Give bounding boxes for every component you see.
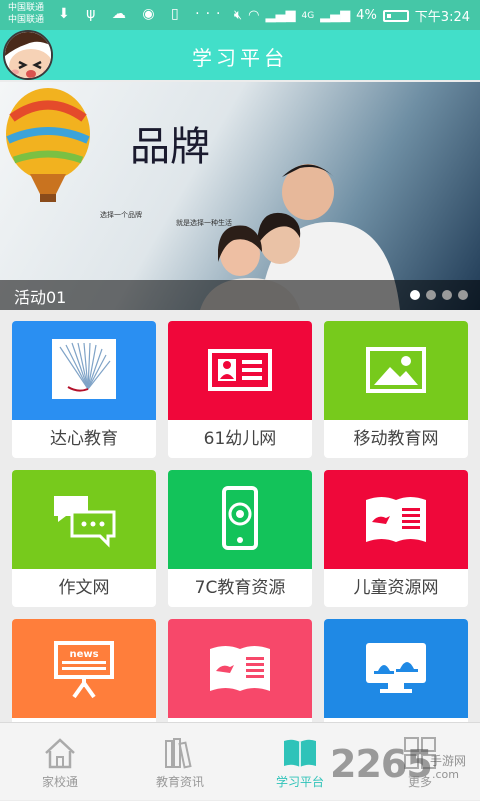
tile-mobile-edu[interactable]: 移动教育网 (324, 321, 468, 458)
watermark-tld: .com (432, 768, 459, 781)
monitor-icon (366, 643, 426, 693)
tab-label: 教育资讯 (155, 775, 204, 789)
app-header: 学习平台 (0, 30, 480, 80)
banner-headline: 品牌 (130, 124, 210, 170)
network-type: 4G (301, 10, 315, 21)
tile-icon-area (324, 619, 468, 718)
tile-daxin[interactable]: 达心教育 (12, 321, 156, 458)
banner-carousel[interactable]: 品牌 选择一个品牌 就是选择一种生活 活动01 (0, 82, 480, 310)
battery-percent: 4% (356, 8, 377, 23)
open-book-icon (210, 646, 270, 691)
carousel-dot[interactable] (442, 290, 452, 300)
carrier-2: 中国联通 (8, 15, 45, 25)
banner-caption-bar: 活动01 (0, 280, 480, 310)
tile-icon-area (324, 470, 468, 569)
page-title: 学习平台 (192, 46, 288, 70)
tile-label: 61幼儿网 (203, 429, 277, 449)
tile-label: 达心教育 (50, 429, 118, 449)
tile-icon-area: news (12, 619, 156, 718)
tile-label: 7C教育资源 (194, 578, 286, 598)
wifi-icon: ◠ (248, 8, 260, 23)
battery-icon (382, 9, 409, 22)
banner-tagline-2: 就是选择一种生活 (176, 218, 232, 227)
clock: 下午3:24 (414, 10, 470, 25)
open-book-icon (284, 739, 316, 767)
tile-7c[interactable]: 7C教育资源 (168, 470, 312, 607)
tab-home-school[interactable]: 家校通 (0, 723, 120, 801)
tile-icon-area (12, 321, 156, 420)
carrier-1: 中国联通 (8, 3, 45, 13)
carousel-dots (410, 290, 468, 300)
signal-icon-2: ▂▄▆ (320, 8, 351, 23)
tile-label: 移动教育网 (353, 429, 439, 449)
notification-icons: ⬇ ψ ☁ ◉ ▯ ··· (58, 6, 227, 22)
status-right: 🔇︎ ◠ ▂▄▆ 4G ▂▄▆ 4% 下午3:24 (234, 6, 470, 25)
watermark-sub: 手游网 (430, 754, 467, 768)
books-icon (165, 738, 192, 769)
mute-icon: 🔇︎ (233, 8, 243, 23)
status-bar: 中国联通 中国联通 ⬇ ψ ☁ ◉ ▯ ··· 🔇︎ ◠ ▂▄▆ 4G ▂▄▆ … (0, 0, 480, 30)
tile-icon-area (168, 619, 312, 718)
open-book-icon (366, 497, 426, 542)
tile-icon-area (324, 321, 468, 420)
banner-tagline-1: 选择一个品牌 (100, 210, 142, 219)
banner-image: 品牌 选择一个品牌 就是选择一种生活 (6, 88, 400, 310)
carousel-dot[interactable] (410, 290, 420, 300)
chat-bubbles-icon (54, 496, 116, 548)
tile-icon-area (168, 321, 312, 420)
news-board-icon: news (54, 641, 114, 699)
carousel-dot[interactable] (458, 290, 468, 300)
tile-icon-area (168, 470, 312, 569)
tile-label: 儿童资源网 (353, 578, 439, 598)
avatar[interactable] (3, 30, 53, 80)
banner-caption: 活动01 (14, 288, 67, 307)
tile-icon-area (12, 470, 156, 569)
house-icon (45, 738, 75, 769)
carrier-labels: 中国联通 中国联通 (8, 2, 44, 26)
tile-61you[interactable]: 61幼儿网 (168, 321, 312, 458)
tile-children-res[interactable]: 儿童资源网 (324, 470, 468, 607)
book-fan-icon (52, 339, 116, 399)
tile-composition[interactable]: 作文网 (12, 470, 156, 607)
carousel-dot[interactable] (426, 290, 436, 300)
tab-label: 家校通 (41, 775, 78, 789)
id-card-icon (208, 349, 272, 391)
tab-edu-news[interactable]: 教育资讯 (120, 723, 240, 801)
tile-label: 作文网 (58, 578, 110, 598)
phone-icon (222, 486, 258, 550)
picture-icon (366, 347, 426, 393)
signal-icon: ▂▄▆ (265, 8, 296, 23)
hot-air-balloon-icon (6, 88, 90, 202)
news-board-text: news (69, 649, 98, 660)
watermark-logo: 2265 (330, 742, 433, 786)
